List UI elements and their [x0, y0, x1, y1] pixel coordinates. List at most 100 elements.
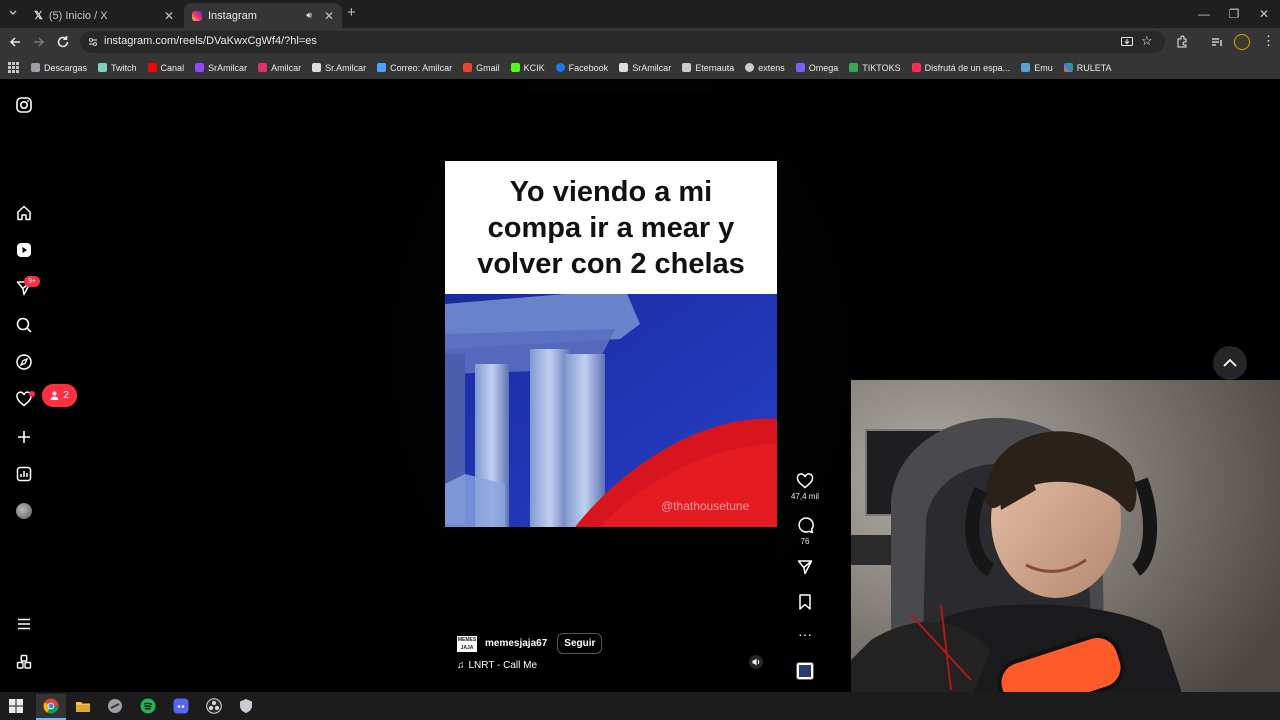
kick-icon [510, 63, 520, 72]
speaker-icon[interactable]: 🔊︎ [306, 10, 312, 21]
bookmark-eternauta[interactable]: Eternauta [682, 63, 734, 73]
volume-button[interactable] [749, 655, 763, 669]
new-tab-button[interactable]: + [347, 5, 361, 20]
meme-caption: Yo viendo a mi compa ir a mear y volver … [477, 175, 745, 280]
new-followers-pill[interactable]: 2 [42, 384, 77, 407]
home-icon[interactable] [15, 204, 33, 222]
bookmark-sramilcar[interactable]: SrAmilcar [195, 63, 247, 73]
profile-avatar[interactable] [15, 502, 33, 520]
forward-button[interactable] [31, 34, 47, 50]
reels-icon[interactable] [15, 241, 33, 259]
share-action[interactable] [790, 558, 820, 576]
author-username[interactable]: memesjaja67 [485, 638, 547, 649]
more-options-icon[interactable]: ··· [790, 627, 820, 641]
bookmark-facebook[interactable]: Facebook [555, 63, 608, 73]
also-from-meta-icon[interactable] [15, 653, 33, 671]
media-control-icon[interactable] [1210, 35, 1224, 49]
apps-grid-icon[interactable] [8, 62, 19, 73]
bookmark-label: TIKTOKS [862, 62, 901, 73]
emulator-icon [1021, 63, 1031, 72]
author-avatar[interactable]: MEMES JAJA [457, 635, 477, 652]
chrome-menu-icon[interactable]: ⋮ [1262, 34, 1275, 50]
reload-button[interactable] [55, 34, 71, 50]
like-action[interactable]: 47,4 mil [790, 473, 820, 501]
comment-action[interactable]: 76 [790, 516, 820, 546]
bookmark-omega[interactable]: Omega [795, 63, 838, 73]
meme-caption-box: Yo viendo a mi compa ir a mear y volver … [445, 161, 777, 294]
follow-button[interactable]: Seguir [557, 633, 603, 654]
close-window-button[interactable]: ✕ [1256, 6, 1272, 22]
profile-avatar[interactable] [1234, 34, 1250, 50]
bookmark-label: Sr.Amilcar [325, 62, 367, 73]
dashboard-icon[interactable] [15, 465, 33, 483]
bookmark-disfruta[interactable]: Disfrutá de un espa... [911, 62, 1011, 73]
bookmark-gmail[interactable]: Gmail [463, 63, 500, 73]
chrome-icon[interactable] [43, 698, 59, 714]
bookmark-label: SrAmilcar [632, 62, 672, 73]
save-action[interactable] [790, 593, 820, 611]
restore-button[interactable]: ❐ [1226, 6, 1242, 22]
create-plus-icon[interactable] [15, 428, 33, 446]
bookmark-extens[interactable]: extens [745, 63, 785, 73]
gaming-app-icon[interactable] [107, 698, 123, 714]
chevron-up-icon [1223, 358, 1237, 367]
bookmark-amilcar[interactable]: Amilcar [258, 63, 301, 73]
tab-x[interactable]: 𝕏 (5) Inicio / X ✕ [26, 3, 182, 28]
tab-instagram[interactable]: Instagram 🔊︎ ✕ [184, 3, 342, 28]
file-explorer-icon[interactable] [75, 698, 91, 714]
obs-icon[interactable] [206, 698, 222, 714]
back-button[interactable] [7, 34, 23, 50]
bookmark-correo[interactable]: Correo: Amilcar [377, 63, 452, 73]
drive-icon [849, 63, 859, 72]
tab-search-button[interactable] [6, 6, 20, 20]
audio-track[interactable]: ♫ LNRT - Call Me [457, 660, 537, 671]
app-shield-icon[interactable] [238, 698, 254, 714]
search-icon[interactable] [15, 316, 33, 334]
messages-badge: 9+ [24, 276, 40, 287]
bookmark-icon [790, 593, 820, 611]
download-icon [31, 63, 40, 72]
web-icon [911, 63, 921, 72]
bookmark-canal[interactable]: Canal [147, 63, 184, 73]
bookmark-sramilcar-tiktok[interactable]: SrAmilcar [619, 63, 671, 73]
install-app-icon[interactable] [1120, 35, 1134, 49]
url-text[interactable]: instagram.com/reels/DVaKwxCgWf4/?hl=es [104, 35, 317, 47]
spotify-icon[interactable] [140, 698, 156, 714]
bookmark-label: SrAmilcar [208, 62, 248, 73]
close-icon[interactable]: ✕ [324, 9, 334, 23]
bookmark-twitch[interactable]: Twitch [98, 63, 137, 73]
bookmark-descargas[interactable]: Descargas [31, 63, 87, 73]
bookmark-sr-amilcar-x[interactable]: Sr.Amilcar [312, 63, 366, 73]
minimize-button[interactable]: — [1196, 6, 1212, 22]
explore-compass-icon[interactable] [15, 353, 33, 371]
windows-start-icon[interactable] [8, 698, 24, 714]
bookmark-emu[interactable]: Emu [1021, 63, 1053, 73]
audio-avatar[interactable] [796, 662, 814, 680]
comment-icon [790, 516, 820, 534]
bookmark-label: Eternauta [695, 62, 735, 73]
roulette-icon [1063, 63, 1073, 72]
site-info-icon[interactable] [87, 36, 99, 48]
gmail-icon [463, 63, 473, 72]
notification-dot [29, 391, 35, 397]
bookmark-star-icon[interactable]: ☆ [1141, 34, 1155, 48]
close-icon[interactable]: ✕ [164, 9, 174, 23]
omega-icon [795, 63, 805, 72]
reel-player[interactable]: Yo viendo a mi compa ir a mear y volver … [445, 92, 777, 682]
bookmark-tiktoks[interactable]: TIKTOKS [849, 62, 901, 73]
bookmark-ruleta[interactable]: RULETA [1063, 63, 1112, 73]
person-icon [50, 391, 59, 400]
instagram-logo-icon[interactable] [15, 96, 33, 114]
bookmark-label: Disfrutá de un espa... [924, 62, 1011, 73]
bookmark-kcik[interactable]: KCIK [510, 63, 545, 73]
extensions-icon[interactable] [1175, 35, 1189, 49]
discord-icon[interactable] [173, 698, 189, 714]
x-logo-icon [312, 63, 322, 72]
twitch-icon [195, 63, 205, 72]
video-frame[interactable] [445, 294, 777, 527]
more-menu-icon[interactable] [15, 615, 33, 633]
scroll-up-button[interactable] [1213, 346, 1247, 380]
webcam-overlay [851, 380, 1280, 720]
share-icon [790, 558, 820, 576]
video-still [445, 294, 777, 527]
